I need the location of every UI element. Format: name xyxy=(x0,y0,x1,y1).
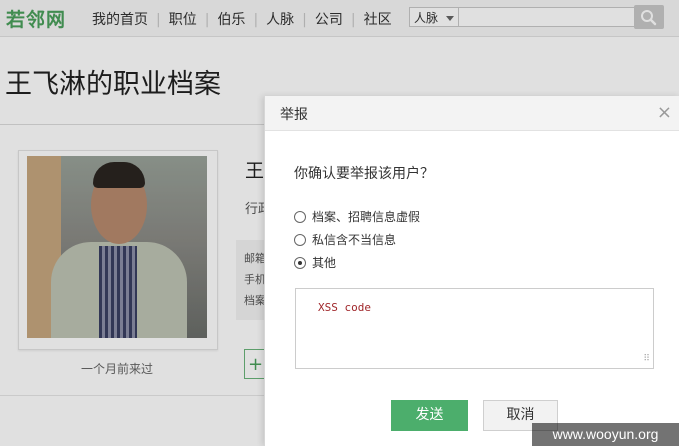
dialog-header: 举报 × xyxy=(265,96,679,131)
textarea-content: XSS code xyxy=(318,301,371,314)
send-button[interactable]: 发送 xyxy=(391,400,468,431)
resize-grip-icon[interactable]: ⠿ xyxy=(643,354,650,364)
nav-separator: | xyxy=(350,12,356,28)
nav-item-home[interactable]: 我的首页 xyxy=(92,12,148,28)
report-question: 你确认要举报该用户？ xyxy=(294,166,434,182)
nav-item-jobs[interactable]: 职位 xyxy=(169,12,197,28)
nav-item-company[interactable]: 公司 xyxy=(315,12,343,28)
radio-button-checked[interactable] xyxy=(294,257,306,269)
search-button[interactable] xyxy=(634,5,664,29)
report-option-label: 私信含不当信息 xyxy=(312,233,397,247)
nav-separator: | xyxy=(302,12,307,28)
nav-item-network[interactable]: 人脉 xyxy=(266,12,294,28)
last-seen-text: 一个月前来过 xyxy=(80,362,153,376)
nav-item-community[interactable]: 社区 xyxy=(364,12,392,28)
add-contact-button[interactable]: + xyxy=(244,349,266,379)
search-input[interactable] xyxy=(459,7,635,27)
page-title: 王飞淋的职业档案 xyxy=(5,69,221,100)
top-nav-bar: 若邻网 我的首页 | 职位 | 伯乐 | 人脉 | 公司 | 社区 人脉 xyxy=(0,0,679,37)
chevron-down-icon xyxy=(446,16,454,21)
nav-item-bole[interactable]: 伯乐 xyxy=(217,12,245,28)
report-option-other[interactable]: 其他 xyxy=(294,254,336,271)
photo-shirt xyxy=(99,246,137,338)
dialog-title: 举报 xyxy=(280,107,308,123)
report-option-label: 档案、招聘信息虚假 xyxy=(312,210,421,224)
nav-separator: | xyxy=(253,12,259,28)
search-category-label: 人脉 xyxy=(414,11,439,25)
radio-button[interactable] xyxy=(294,234,306,246)
radio-button[interactable] xyxy=(294,211,306,223)
search-category-select[interactable]: 人脉 xyxy=(409,7,459,27)
report-dialog: 举报 × 你确认要举报该用户？ 档案、招聘信息虚假 私信含不当信息 其他 XSS… xyxy=(264,96,679,446)
report-option-improper-message[interactable]: 私信含不当信息 xyxy=(294,231,396,248)
site-logo[interactable]: 若邻网 xyxy=(6,5,66,32)
report-option-fake-info[interactable]: 档案、招聘信息虚假 xyxy=(294,208,420,225)
nav-separator: | xyxy=(204,12,210,28)
main-nav: 我的首页 | 职位 | 伯乐 | 人脉 | 公司 | 社区 xyxy=(92,9,392,29)
profile-name: 王 xyxy=(245,160,265,182)
report-option-label: 其他 xyxy=(312,256,337,270)
watermark: www.wooyun.org xyxy=(532,423,679,446)
close-icon[interactable]: × xyxy=(657,102,672,123)
photo-hair xyxy=(93,162,145,188)
profile-photo xyxy=(27,156,207,338)
search-icon xyxy=(641,10,657,26)
nav-separator: | xyxy=(156,12,161,28)
report-reason-textarea[interactable]: XSS code ⠿ xyxy=(295,288,654,369)
